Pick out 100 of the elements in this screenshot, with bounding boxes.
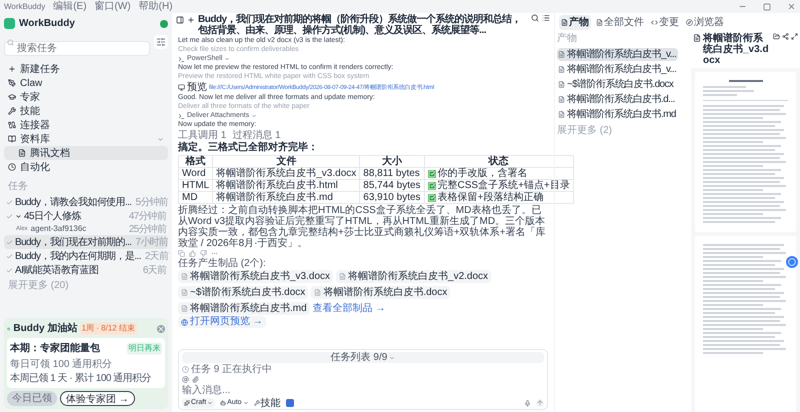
maximize-icon[interactable] — [763, 2, 771, 10]
status-icon — [160, 20, 168, 28]
panel-tab[interactable]: 全部文件 — [594, 14, 646, 30]
wrench-icon — [254, 400, 260, 406]
clock-icon — [182, 366, 189, 373]
daily-reward-text: 每日可领 100 通用积分 — [10, 358, 114, 372]
list-icon[interactable] — [542, 14, 550, 22]
file-icon — [558, 66, 565, 73]
file-icon — [558, 96, 565, 103]
tab-icon — [561, 18, 568, 26]
conversation-title: Buddy，我们现在对前期的将帼（阶衔升段）系统做一个系统的说明和总结，包括背景、由来、原理、操作方式(机制)、意义及误区、系统展望等... — [198, 14, 522, 36]
nav-item[interactable]: 腾讯文档 — [4, 146, 168, 160]
view-all-link[interactable]: 查看全部制品 → — [312, 304, 386, 312]
task-time: 7小时前 — [136, 236, 168, 250]
file-icon — [558, 51, 565, 58]
table-cell: 88,811 bytes — [360, 168, 424, 180]
microphone-icon[interactable] — [524, 400, 531, 406]
file-item[interactable]: 将帼谱阶衔系统白皮书.d... — [557, 93, 677, 106]
app-menu[interactable]: WorkBuddy — [4, 0, 46, 12]
mention-icon[interactable] — [182, 376, 189, 383]
chevron-icon[interactable] — [15, 212, 22, 220]
task-item[interactable]: AI赋能英语教育蓝图 6天前 — [4, 263, 168, 277]
open-preview-button[interactable]: 打开网页预览 → — [178, 316, 266, 328]
search-field[interactable]: 搜索任务 — [4, 41, 150, 56]
status-text: 你的手改版，含署名 — [438, 168, 528, 179]
more-icon[interactable] — [211, 250, 218, 257]
agent-item[interactable]: agent-3af9136c — [30, 223, 86, 235]
table-header: 格式 — [178, 156, 213, 168]
file-item[interactable]: ~$谱阶衔系统白皮书.docx — [557, 78, 676, 91]
status-text: 表格保留+段落结构正确 — [438, 192, 544, 203]
panel-tab[interactable]: 变更 — [649, 14, 681, 30]
expert-team-button[interactable]: 体验专家团 → — [60, 391, 135, 406]
new-icon[interactable] — [187, 16, 195, 24]
thumbs-up-icon[interactable] — [189, 250, 196, 257]
chevron-icon — [224, 56, 230, 62]
panel-tab[interactable]: 浏览器 — [684, 14, 726, 30]
file-item[interactable]: 将帼谱阶衔系统白皮书.md — [557, 108, 678, 121]
file-icon — [558, 81, 565, 88]
nav-item[interactable]: Claw — [4, 76, 168, 90]
table-header: 状态 — [424, 156, 574, 168]
process-message-count[interactable]: 过程消息 1 — [232, 130, 281, 141]
artifact-chip[interactable]: 将帼谱阶衔系统白皮书.docx — [311, 286, 450, 299]
table-cell: 将帼谱阶衔系统白皮书.html — [212, 180, 360, 192]
check-icon — [428, 194, 436, 202]
thumbs-down-icon[interactable] — [200, 250, 207, 257]
logo-icon — [4, 18, 15, 29]
bot-icon — [220, 400, 226, 406]
artifact-chip[interactable]: 将帼谱阶衔系统白皮书.md — [178, 302, 310, 315]
filter-icon[interactable] — [154, 35, 168, 49]
search-icon[interactable] — [531, 14, 539, 22]
table-cell: HTML — [178, 180, 213, 192]
message-input[interactable]: 输入消息... — [182, 384, 544, 396]
menu-item[interactable]: 窗口(W) — [94, 2, 131, 12]
chevron-icon — [207, 400, 214, 406]
artifacts-heading: 任务产生制品 (2个): — [178, 258, 267, 269]
file-icon — [339, 273, 346, 280]
nav-icon — [8, 107, 16, 115]
task-item[interactable]: 45日个人修炼 47分钟前 — [4, 209, 168, 223]
table-header: 大小 — [360, 156, 424, 168]
artifact-chip[interactable]: ~$谱阶衔系统白皮书.docx — [178, 286, 308, 299]
copy-icon[interactable] — [178, 250, 185, 257]
task-time: 2天前 — [144, 250, 168, 264]
check-icon — [428, 170, 436, 178]
folder-icon[interactable] — [773, 33, 780, 40]
chat-bubble-icon[interactable] — [786, 256, 798, 268]
nav-item[interactable]: 专家 — [4, 90, 168, 104]
menu-item[interactable]: 编辑(E) — [53, 2, 87, 12]
file-item[interactable]: 将帼谱阶衔系统白皮书_v... — [557, 63, 678, 76]
send-icon[interactable] — [536, 399, 544, 407]
task-item[interactable]: Buddy，请教会我如何使用... 5分钟前 — [4, 195, 168, 209]
artifact-chip[interactable]: 将帼谱阶衔系统白皮书_v3.docx — [178, 270, 334, 283]
share-icon[interactable] — [782, 33, 789, 40]
task-time: 6天前 — [142, 264, 166, 278]
task-item[interactable]: Buddy，我的内在何期期，是... 2天前 — [4, 249, 168, 263]
panel-tab[interactable]: 产物 — [559, 14, 591, 30]
search-icon — [7, 39, 14, 46]
menu-item[interactable]: 帮助(H) — [138, 2, 173, 12]
file-icon — [558, 111, 565, 118]
tab-icon — [686, 18, 693, 26]
nav-item[interactable]: 资料库 — [4, 132, 168, 146]
table-cell: 将帼谱阶衔系统白皮书.md — [212, 192, 360, 204]
app-logo: WorkBuddy — [19, 17, 75, 31]
nav-item[interactable]: 自动化 — [4, 160, 168, 174]
sidebar-toggle-icon[interactable] — [176, 16, 184, 24]
file-item[interactable]: 将帼谱阶衔系统白皮书_v... — [557, 48, 678, 61]
tab-icon — [596, 18, 603, 26]
tool-call-count[interactable]: 工具调用 1 — [178, 130, 226, 141]
file-icon — [181, 273, 188, 280]
nav-item[interactable]: 连接器 — [4, 118, 168, 132]
nav-icon — [8, 135, 16, 143]
skills-button[interactable]: 技能 — [254, 398, 281, 408]
artifact-chip[interactable]: 将帼谱阶衔系统白皮书_v2.docx — [336, 270, 492, 283]
nav-item[interactable]: 技能 — [4, 104, 168, 118]
attach-icon[interactable] — [192, 376, 199, 383]
close-icon[interactable] — [787, 2, 796, 11]
file-icon — [181, 305, 188, 312]
expand-icon[interactable] — [791, 33, 798, 40]
task-list-toggle[interactable]: 任务列表 9/9 — [182, 352, 544, 363]
task-item[interactable]: Buddy，我们现在对前期的... 7小时前 — [4, 235, 168, 249]
nav-item[interactable]: 新建任务 — [4, 62, 168, 76]
